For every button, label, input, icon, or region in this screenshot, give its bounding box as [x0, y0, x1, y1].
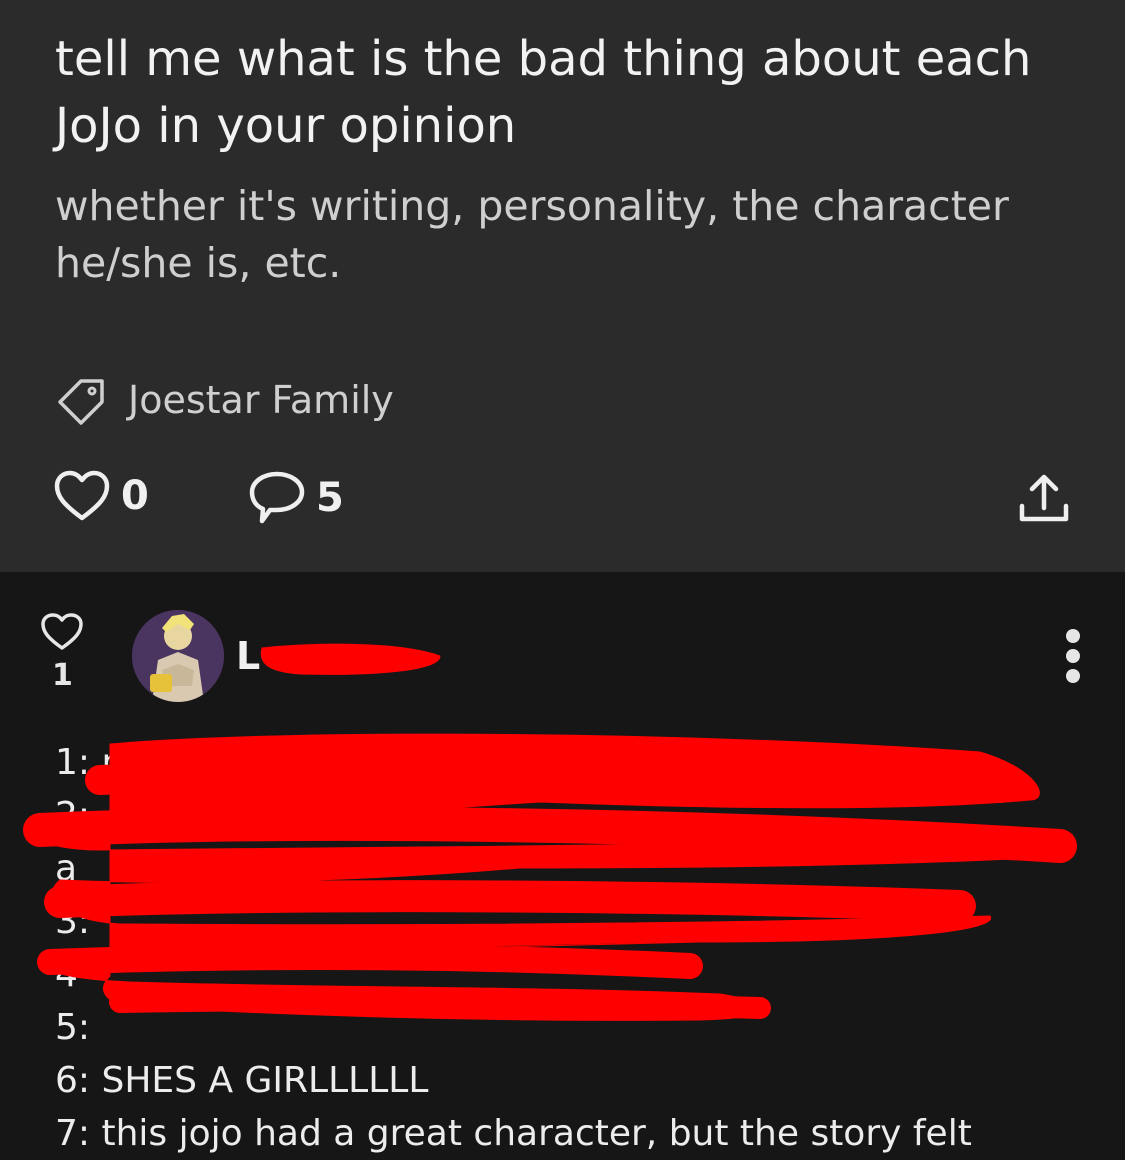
post-title: tell me what is the bad thing about each… [55, 31, 1032, 154]
tag-icon [58, 379, 104, 425]
comment-count: 5 [316, 475, 344, 521]
post-body: whether it's writing, personality, the c… [55, 182, 1009, 287]
tag-label: Joestar Family [128, 378, 394, 422]
comment-line: 5: [55, 1007, 91, 1048]
comment-line: 2: [55, 795, 91, 836]
comment-line: 7: this jojo had a great character, but … [55, 1113, 972, 1154]
comments-button[interactable]: 5 [248, 470, 344, 526]
like-count: 0 [121, 473, 149, 519]
comment-line: 3: [55, 901, 91, 942]
comment-text: 1: n 2: a 3: 4 5: 6: SHES A GIRLLLLLL 7:… [55, 736, 1095, 1160]
comment-line: 4 [55, 954, 78, 995]
comment-like-count: 1 [52, 658, 73, 693]
comment-heart-icon[interactable] [40, 612, 84, 652]
comment-bubble-icon [249, 471, 305, 524]
share-icon[interactable] [1018, 472, 1070, 524]
comment-line: 1: n [55, 742, 125, 783]
avatar[interactable] [132, 610, 224, 702]
comment-line: a [55, 848, 78, 889]
comment-username[interactable]: L [236, 634, 260, 678]
more-options-icon[interactable] [1060, 628, 1086, 684]
like-button[interactable]: 0 [53, 470, 149, 522]
post-card: tell me what is the bad thing about each… [0, 0, 1125, 572]
heart-icon [54, 470, 110, 521]
tag-joestar-family[interactable]: Joestar Family [54, 372, 394, 428]
comment-line: 6: SHES A GIRLLLLLL [55, 1060, 429, 1101]
